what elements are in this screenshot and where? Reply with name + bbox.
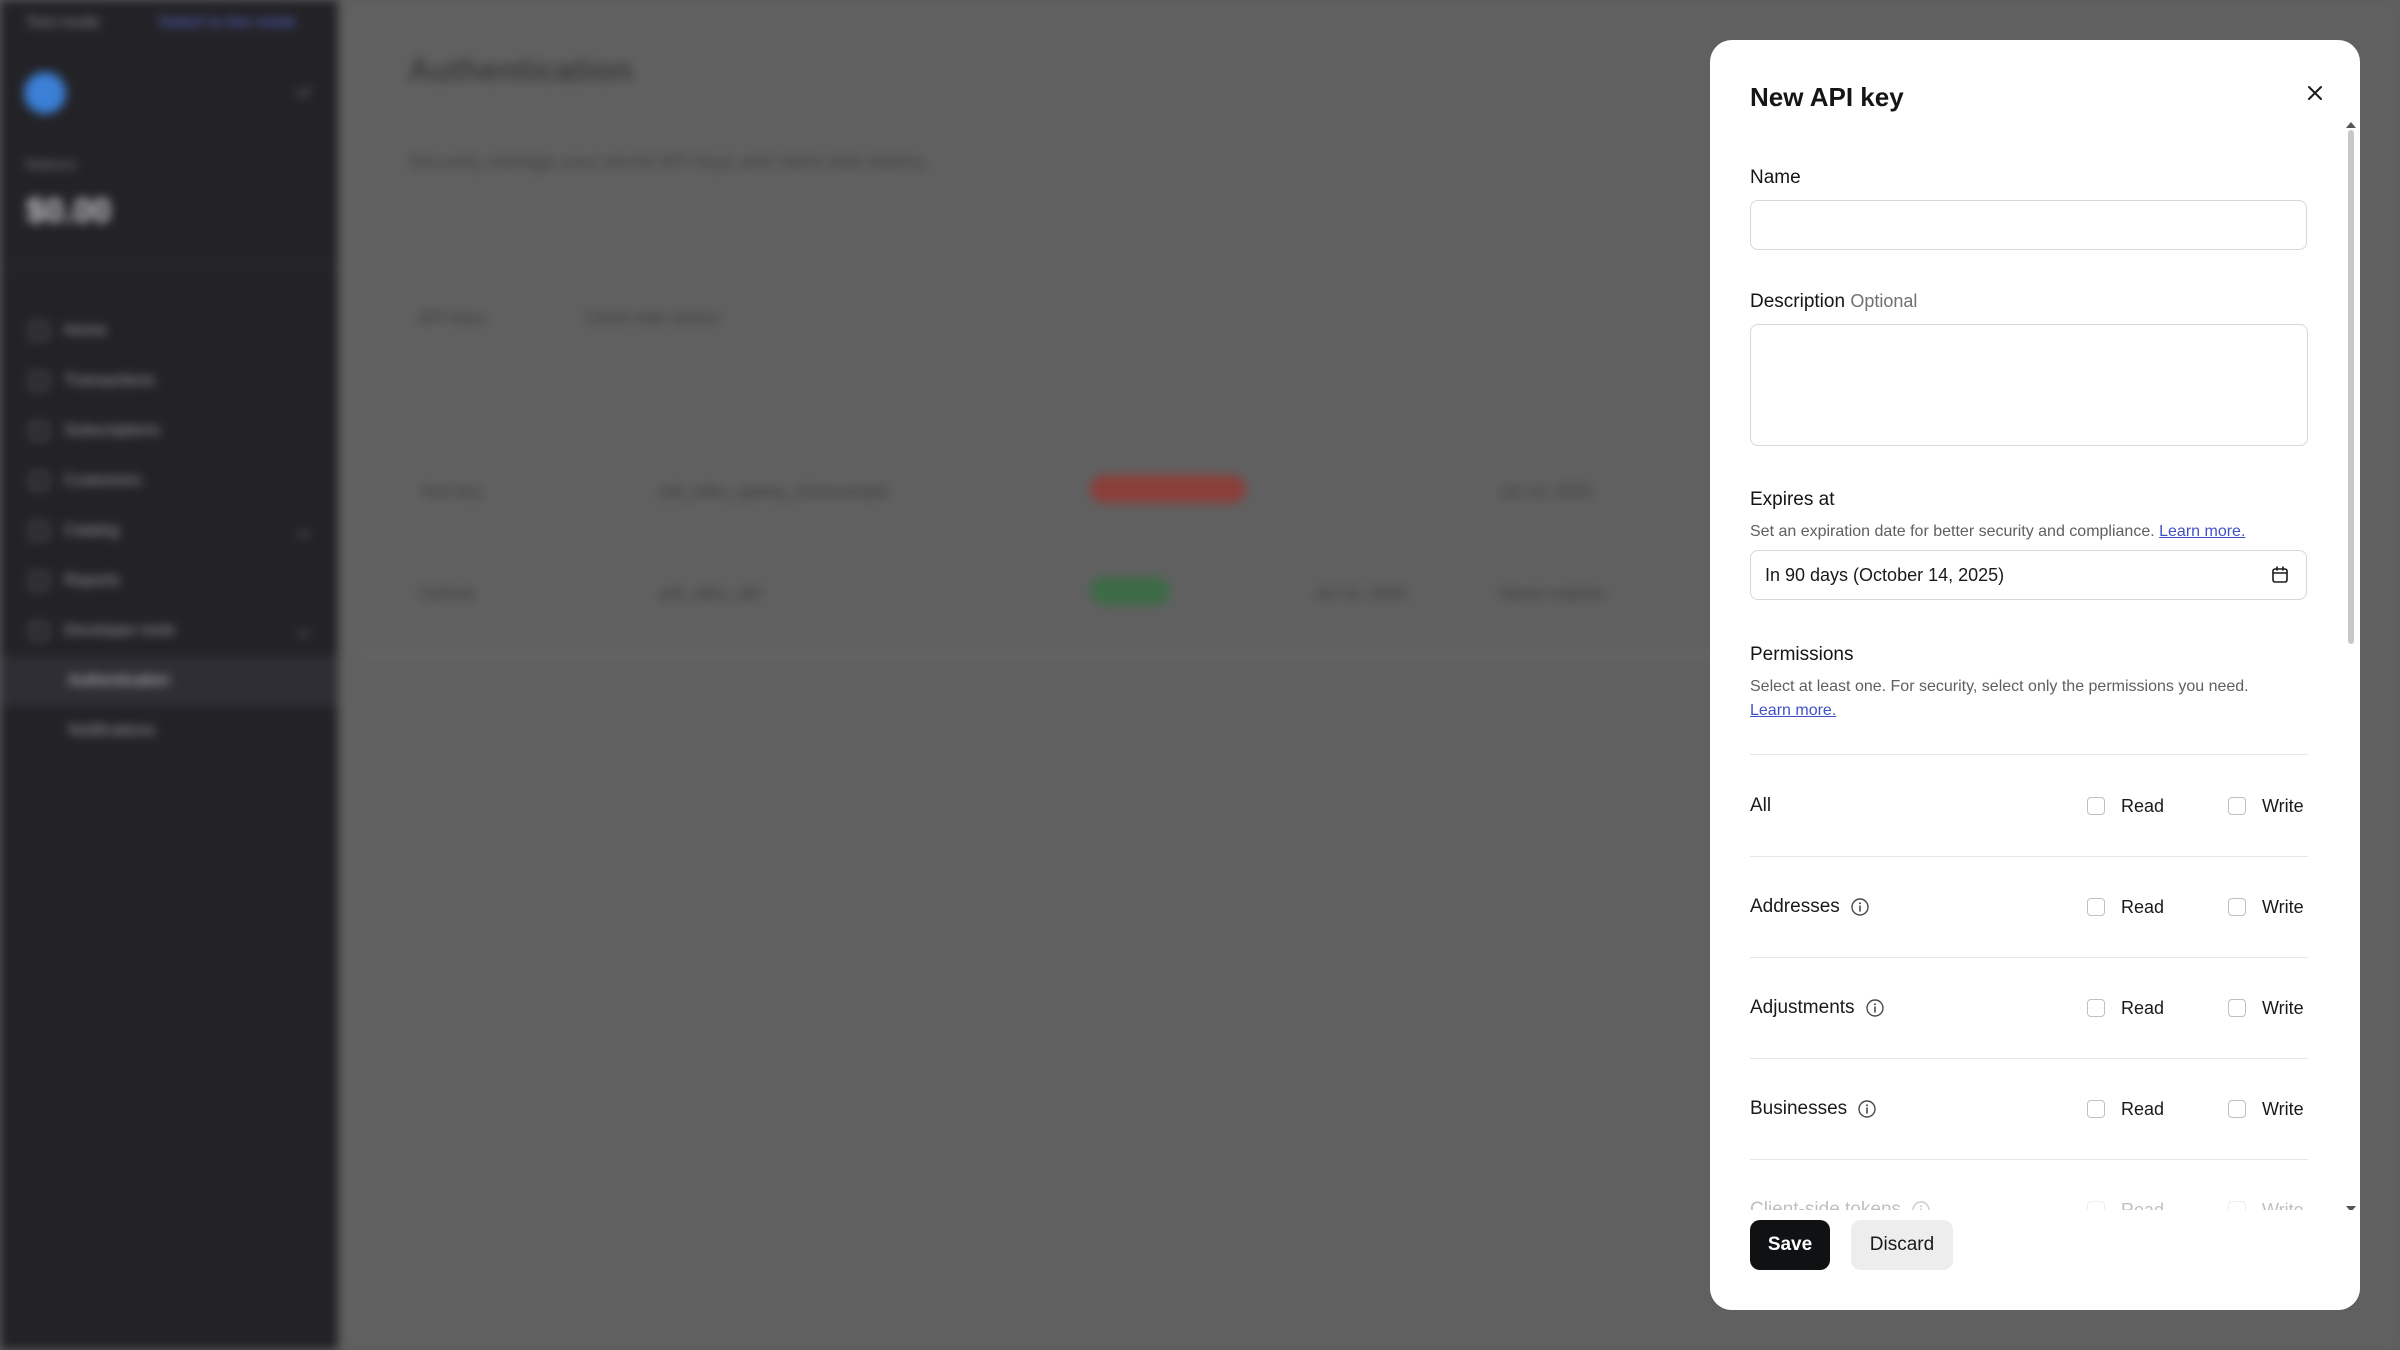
subscriptions-icon [30,422,48,440]
write-checkbox-all[interactable]: Write [2228,796,2304,817]
new-api-key-modal: New API key Name Description Optional Ex… [1710,40,2360,1310]
status-badge [1090,475,1314,508]
tab-client-side-tokens: Client-side tokens [585,308,721,327]
sidebar-nav: Home Transactions Subscriptions Customer… [0,306,338,756]
checkbox[interactable] [2087,999,2105,1017]
info-icon[interactable] [1865,998,1885,1018]
sidebar-item-customers: Customers [0,456,338,506]
expires-label: Expires at [1750,489,1835,510]
sidebar-item-subscriptions: Subscriptions [0,406,338,456]
sidebar-divider [0,266,338,267]
read-checkbox-adjustments[interactable]: Read [2087,998,2164,1019]
reports-icon [30,572,48,590]
mode-switch-link: Switch to live mode [158,14,296,31]
balance-label: Balance [26,156,77,172]
sidebar-item-home: Home [0,306,338,356]
discard-button[interactable]: Discard [1851,1220,1953,1270]
permission-row-businesses: Businesses Read Write [1750,1059,2308,1159]
sidebar-item-authentication: Authentication [0,656,338,706]
close-icon [2308,86,2322,100]
checkbox[interactable] [2228,999,2246,1017]
scroll-up-arrow-icon[interactable] [2346,122,2356,128]
checkbox[interactable] [2228,797,2246,815]
divider [1750,754,2308,755]
close-button[interactable] [2300,78,2330,108]
balance-value: $0.00 [26,192,112,230]
write-checkbox-adjustments[interactable]: Write [2228,998,2304,1019]
permission-name: Adjustments [1750,997,1855,1018]
read-checkbox-addresses[interactable]: Read [2087,897,2164,918]
sidebar-item-transactions: Transactions [0,356,338,406]
description-label: Description Optional [1750,291,1918,312]
sidebar-item-developer-tools: Developer tools [0,606,338,656]
expires-learn-more-link[interactable]: Learn more. [2159,523,2245,540]
permission-row-addresses: Addresses Read Write [1750,857,2308,957]
read-checkbox-businesses[interactable]: Read [2087,1099,2164,1120]
name-label: Name [1750,167,1801,188]
scrollbar[interactable] [2348,130,2354,644]
expires-value: In 90 days (October 14, 2025) [1765,564,2005,585]
status-badge [1090,577,1314,610]
permissions-help: Select at least one. For security, selec… [1750,678,2249,719]
checkbox[interactable] [2228,898,2246,916]
name-input[interactable] [1750,200,2307,250]
calendar-icon [2272,566,2288,583]
sidebar: Test mode Switch to live mode Balance $0… [0,0,338,1350]
permissions-label: Permissions [1750,644,1854,665]
permission-row-all: All Read Write [1750,756,2308,856]
key-value: pdl_sdbx_def [660,583,762,603]
key-value: pdl_sdbx_apikey_01hexample [660,481,889,501]
modal-title: New API key [1750,82,1904,112]
write-checkbox-businesses[interactable]: Write [2228,1099,2304,1120]
description-input[interactable] [1750,324,2308,446]
customers-icon [30,472,48,490]
chevron-down-icon [297,624,310,638]
sidebar-item-notifications: Notifications [68,722,156,739]
key-created: Jul 14, 2025 [1314,583,1407,603]
page-title: Authentication [408,52,632,88]
home-icon [30,322,48,340]
checkbox[interactable] [2087,1100,2105,1118]
read-checkbox-all[interactable]: Read [2087,796,2164,817]
permission-name: Businesses [1750,1098,1848,1119]
write-checkbox-addresses[interactable]: Write [2228,897,2304,918]
key-name: Default [420,583,474,603]
optional-label: Optional [1850,291,1918,311]
permissions-learn-more-link[interactable]: Learn more. [1750,702,1836,719]
save-button[interactable]: Save [1750,1220,1830,1270]
permission-row-adjustments: Adjustments Read Write [1750,958,2308,1058]
chevron-down-icon [296,82,312,98]
checkbox[interactable] [2087,797,2105,815]
expires-help: Set an expiration date for better securi… [1750,523,2246,540]
checkbox[interactable] [2087,898,2105,916]
page-description: Securely manage your secret API keys and… [408,152,929,173]
developer-tools-icon [30,622,48,640]
key-name: Test key [420,481,483,501]
permission-name: Addresses [1750,896,1840,917]
tab-bar: API keys Client-side tokens [418,308,720,328]
mode-label: Test mode [26,14,100,31]
catalog-icon [30,522,48,540]
checkbox[interactable] [2228,1100,2246,1118]
info-icon[interactable] [1850,897,1870,917]
info-icon[interactable] [1857,1099,1877,1119]
expires-date-select[interactable]: In 90 days (October 14, 2025) [1750,550,2307,600]
permission-name: All [1750,795,1772,816]
sidebar-item-reports: Reports [0,556,338,606]
transactions-icon [30,372,48,390]
sidebar-item-catalog: Catalog [0,506,338,556]
chevron-down-icon [297,524,310,538]
account-avatar [24,72,66,114]
tab-api-keys: API keys [418,308,486,327]
